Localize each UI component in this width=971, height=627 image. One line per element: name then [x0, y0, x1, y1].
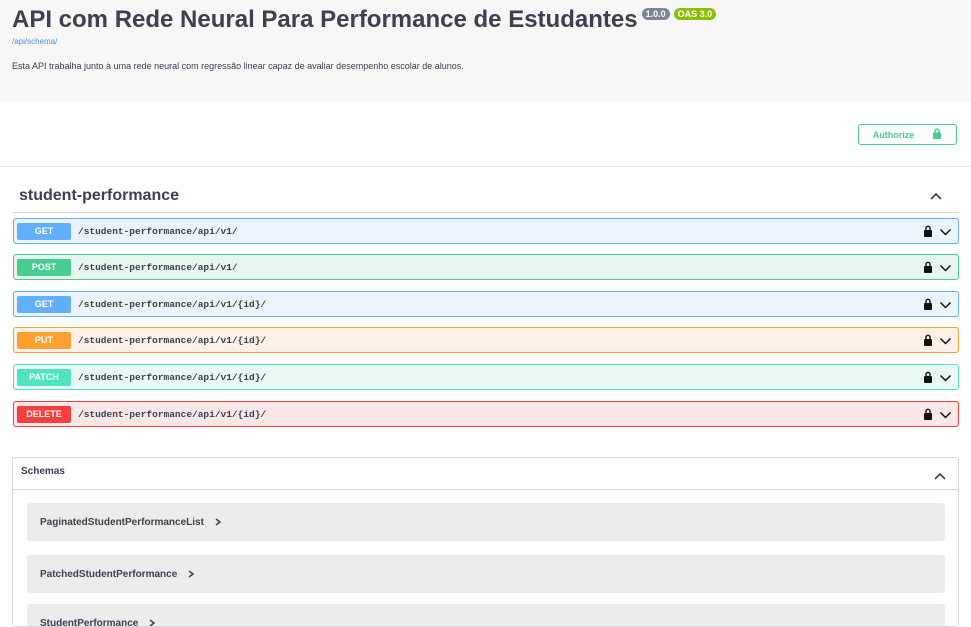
model-item[interactable]: PaginatedStudentPerformanceList — [27, 503, 945, 541]
model-name: PatchedStudentPerformance — [40, 569, 177, 580]
authorize-button[interactable]: Authorize — [858, 124, 957, 145]
method-badge: DELETE — [17, 406, 71, 423]
chevron-up-icon[interactable] — [929, 189, 943, 201]
lock-icon[interactable] — [923, 260, 933, 278]
method-badge: PATCH — [17, 369, 71, 386]
operation-path: /student-performance/api/v1/ — [78, 262, 238, 273]
chevron-down-icon[interactable] — [939, 224, 952, 242]
chevron-down-icon[interactable] — [939, 333, 952, 351]
model-item[interactable]: PatchedStudentPerformance — [27, 555, 945, 593]
operation-path: /student-performance/api/v1/{id}/ — [78, 372, 266, 383]
operation-delete[interactable]: DELETE /student-performance/api/v1/{id}/ — [13, 401, 959, 427]
operation-get-list[interactable]: GET /student-performance/api/v1/ — [13, 218, 959, 244]
version-badge: 1.0.0 — [642, 8, 670, 20]
method-badge: PUT — [17, 332, 71, 349]
method-badge: GET — [17, 223, 71, 240]
method-badge: GET — [17, 296, 71, 313]
chevron-up-icon[interactable] — [933, 468, 947, 486]
tag-divider — [13, 212, 959, 213]
scheme-divider — [0, 166, 971, 167]
lock-icon[interactable] — [923, 407, 933, 425]
title-row: API com Rede Neural Para Performance de … — [12, 6, 716, 34]
operation-path: /student-performance/api/v1/{id}/ — [78, 409, 266, 420]
lock-icon — [932, 128, 942, 141]
operation-get-detail[interactable]: GET /student-performance/api/v1/{id}/ — [13, 291, 959, 317]
lock-icon[interactable] — [923, 224, 933, 242]
operation-path: /student-performance/api/v1/{id}/ — [78, 299, 266, 310]
model-name: StudentPerformance — [40, 618, 138, 627]
model-item[interactable]: StudentPerformance — [27, 604, 945, 627]
schemas-header[interactable]: Schemas — [13, 458, 958, 490]
lock-icon[interactable] — [923, 333, 933, 351]
chevron-right-icon — [187, 569, 195, 579]
chevron-down-icon[interactable] — [939, 407, 952, 425]
chevron-down-icon[interactable] — [939, 260, 952, 278]
info-section: API com Rede Neural Para Performance de … — [0, 0, 971, 103]
lock-icon[interactable] — [923, 297, 933, 315]
oas-badge: OAS 3.0 — [674, 8, 717, 20]
operation-path: /student-performance/api/v1/{id}/ — [78, 335, 266, 346]
page-title: API com Rede Neural Para Performance de … — [12, 6, 638, 34]
operation-put[interactable]: PUT /student-performance/api/v1/{id}/ — [13, 327, 959, 353]
schema-link[interactable]: /api/schema/ — [12, 37, 57, 46]
operation-patch[interactable]: PATCH /student-performance/api/v1/{id}/ — [13, 364, 959, 390]
authorize-label: Authorize — [873, 130, 915, 140]
chevron-right-icon — [214, 517, 222, 527]
chevron-right-icon — [148, 618, 156, 627]
method-badge: POST — [17, 259, 71, 276]
operation-post[interactable]: POST /student-performance/api/v1/ — [13, 254, 959, 280]
model-name: PaginatedStudentPerformanceList — [40, 517, 204, 528]
chevron-down-icon[interactable] — [939, 370, 952, 388]
lock-icon[interactable] — [923, 370, 933, 388]
chevron-down-icon[interactable] — [939, 297, 952, 315]
schemas-title: Schemas — [21, 466, 65, 477]
tag-title[interactable]: student-performance — [19, 187, 179, 205]
operation-path: /student-performance/api/v1/ — [78, 226, 238, 237]
schemas-section: Schemas PaginatedStudentPerformanceList … — [12, 457, 959, 627]
api-description: Esta API trabalha junto à uma rede neura… — [12, 61, 464, 71]
